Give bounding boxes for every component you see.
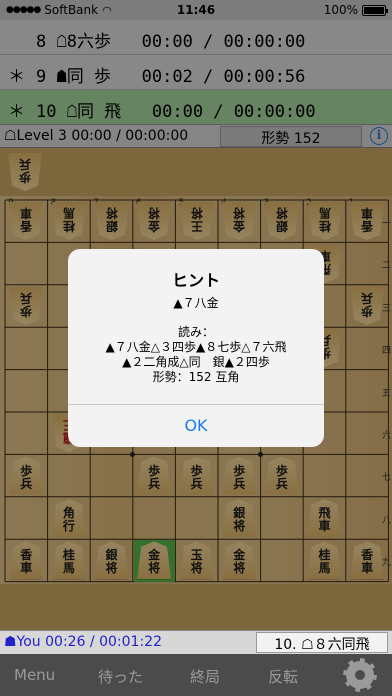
dialog-title: ヒント bbox=[171, 271, 220, 290]
reading-line: 形勢：152 互角 bbox=[152, 370, 240, 384]
hint-reading: 読み： ▲７八金△３四歩▲８七歩△７六飛 ▲２二角成△同 銀▲２四歩 形勢：15… bbox=[68, 325, 324, 385]
last-move-box: 10. ☖８六同飛 bbox=[256, 632, 388, 653]
reading-line: 読み： bbox=[177, 325, 214, 339]
ok-button[interactable]: OK bbox=[68, 405, 324, 447]
reading-line: ▲２二角成△同 銀▲２四歩 bbox=[122, 355, 270, 369]
menu-button[interactable]: Menu bbox=[14, 666, 55, 684]
resign-button[interactable]: 終局 bbox=[190, 666, 220, 687]
flip-button[interactable]: 反転 bbox=[268, 666, 298, 687]
undo-button[interactable]: 待った bbox=[98, 666, 143, 687]
reading-line: ▲７八金△３四歩▲８七歩△７六飛 bbox=[105, 340, 287, 354]
hint-dialog: ヒント ▲７八金 読み： ▲７八金△３四歩▲８七歩△７六飛 ▲２二角成△同 銀▲… bbox=[68, 249, 324, 447]
player-bar: ☗You 00:26 / 00:01:22 10. ☖８六同飛 bbox=[0, 630, 392, 654]
player-clock: ☗You 00:26 / 00:01:22 bbox=[4, 634, 162, 650]
gear-icon[interactable] bbox=[346, 661, 374, 689]
hint-best-move: ▲７八金 bbox=[173, 296, 219, 310]
bottom-toolbar: Menu 待った 終局 反転 bbox=[0, 654, 392, 696]
